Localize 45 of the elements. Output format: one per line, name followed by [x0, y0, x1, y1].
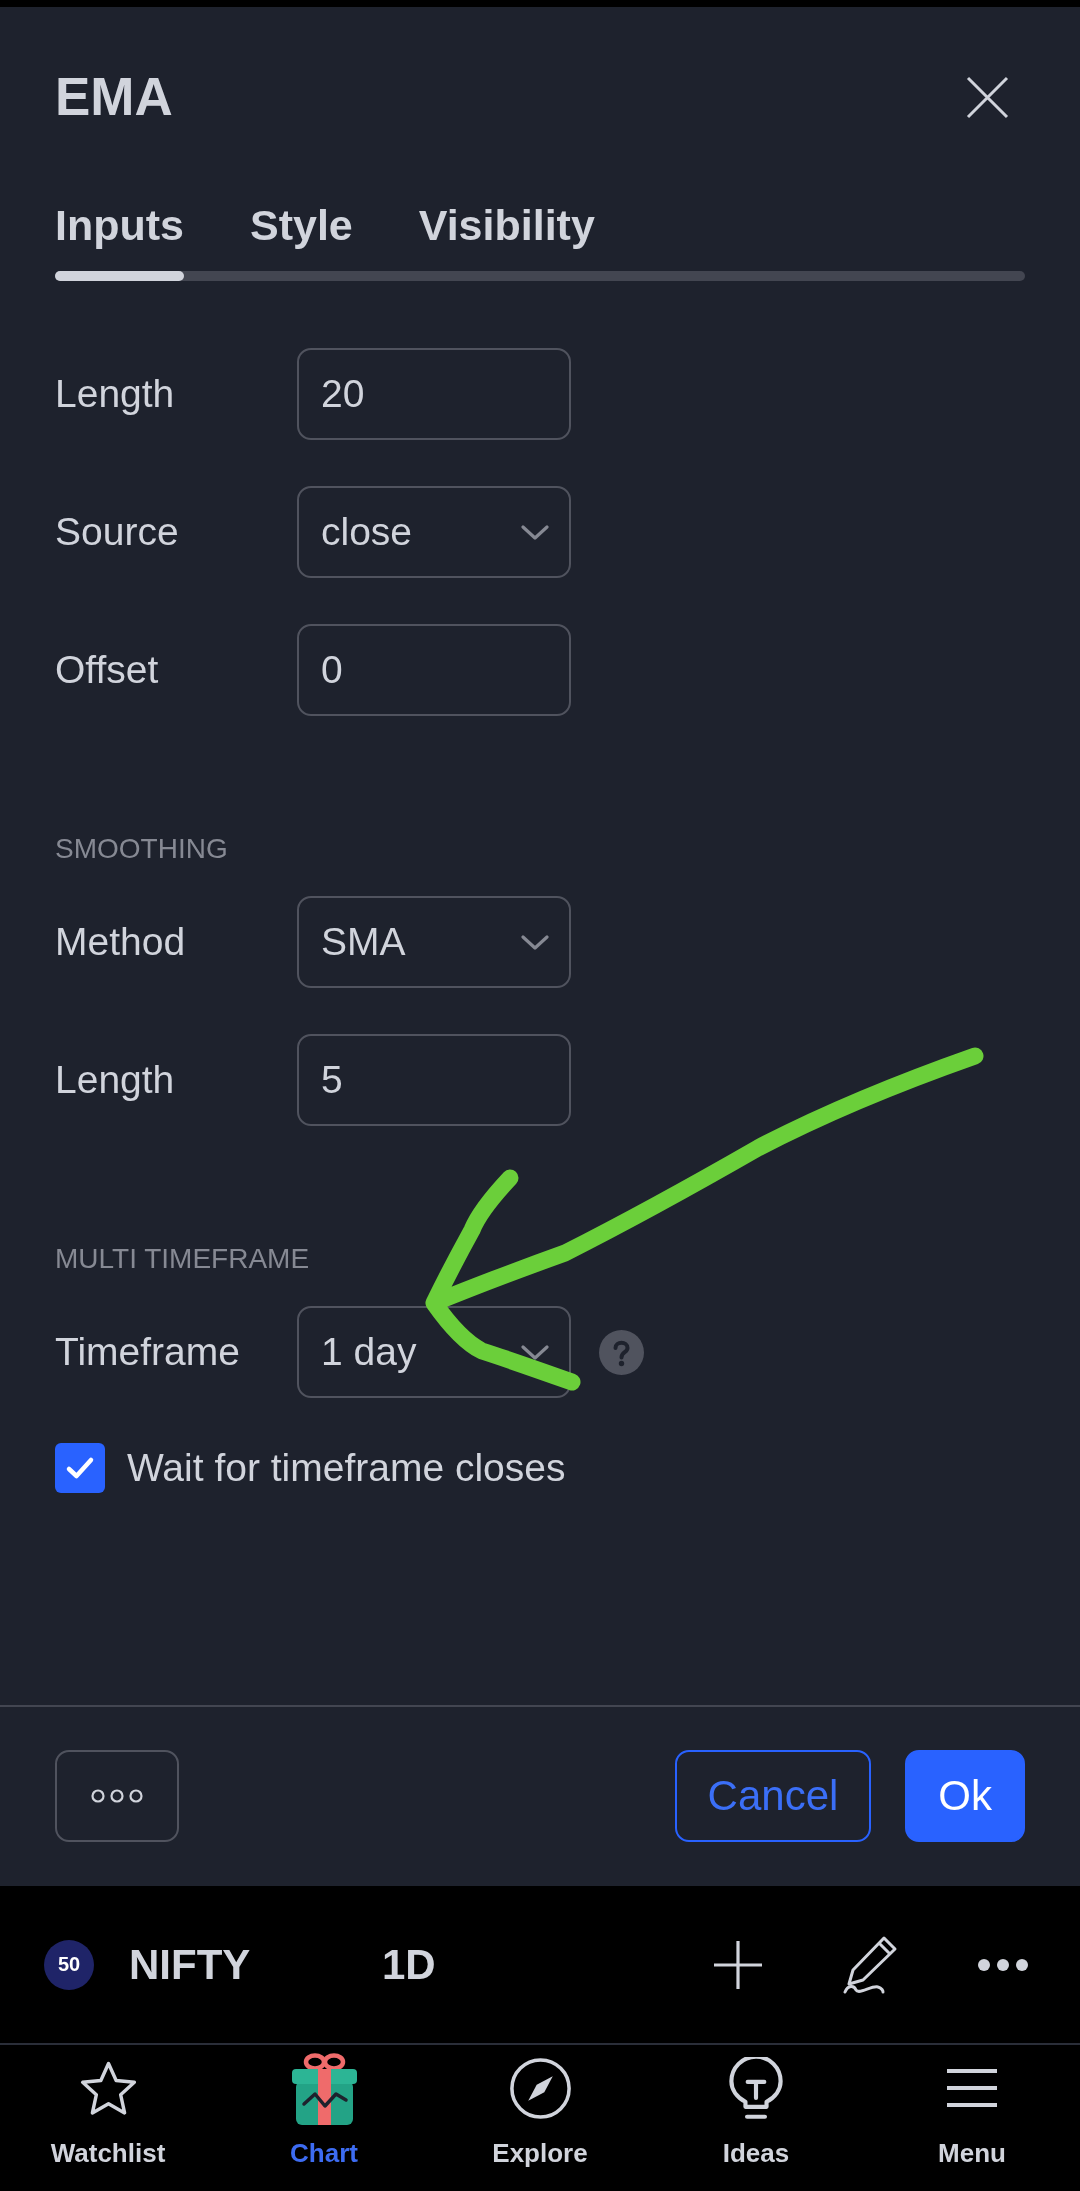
chevron-down-icon [521, 1344, 549, 1360]
cancel-button[interactable]: Cancel [674, 1750, 872, 1842]
symbol-name[interactable]: NIFTY [129, 1940, 382, 1989]
close-icon [966, 75, 1009, 119]
select-dropdown[interactable]: SMA [297, 896, 571, 988]
chevron-down-icon [521, 934, 549, 950]
more-button[interactable] [55, 1750, 179, 1842]
menu-icon [947, 2069, 997, 2107]
checkbox[interactable] [55, 1443, 105, 1493]
section-heading: SMOOTHING [55, 832, 229, 866]
nav-item[interactable]: Explore [432, 2049, 648, 2191]
nav-item[interactable]: Ideas [648, 2049, 864, 2191]
field-label: Timeframe [55, 1329, 241, 1375]
gift-box-icon [290, 2051, 358, 2125]
close-button[interactable] [966, 75, 1009, 119]
star-icon [79, 2060, 137, 2116]
ok-button[interactable]: Ok [905, 1750, 1025, 1842]
field-label: Offset [55, 647, 160, 693]
select-dropdown[interactable]: close [297, 486, 571, 578]
interval-label[interactable]: 1D [382, 1940, 436, 1989]
more-icon [91, 1789, 143, 1803]
compass-icon [509, 2057, 571, 2119]
tab[interactable]: Inputs [55, 200, 184, 281]
nav-item[interactable]: Watchlist [0, 2049, 216, 2191]
field-label: Length [55, 1057, 176, 1103]
lightbulb-icon [729, 2057, 783, 2119]
checkbox-label: Wait for timeframe closes [127, 1445, 566, 1491]
chevron-down-icon [521, 524, 549, 540]
select-dropdown[interactable]: 1 day [297, 1306, 571, 1398]
nav-item[interactable]: Menu [864, 2049, 1080, 2191]
more-icon[interactable] [978, 1958, 1028, 1971]
input-field[interactable]: 0 [297, 624, 571, 716]
pencil-icon[interactable] [842, 1934, 898, 1995]
field-label: Source [55, 509, 180, 555]
field-label: Length [55, 371, 176, 417]
field-label: Method [55, 919, 187, 965]
input-field[interactable]: 5 [297, 1034, 571, 1126]
count-badge: 50 [44, 1939, 94, 1990]
dialog-title: EMA [55, 67, 173, 127]
section-heading: MULTI TIMEFRAME [55, 1242, 311, 1276]
input-field[interactable]: 20 [297, 348, 571, 440]
tab[interactable]: Style [250, 200, 353, 281]
tab[interactable]: Visibility [418, 200, 595, 281]
plus-icon[interactable] [714, 1940, 762, 1989]
nav-item[interactable]: Chart [216, 2049, 432, 2191]
